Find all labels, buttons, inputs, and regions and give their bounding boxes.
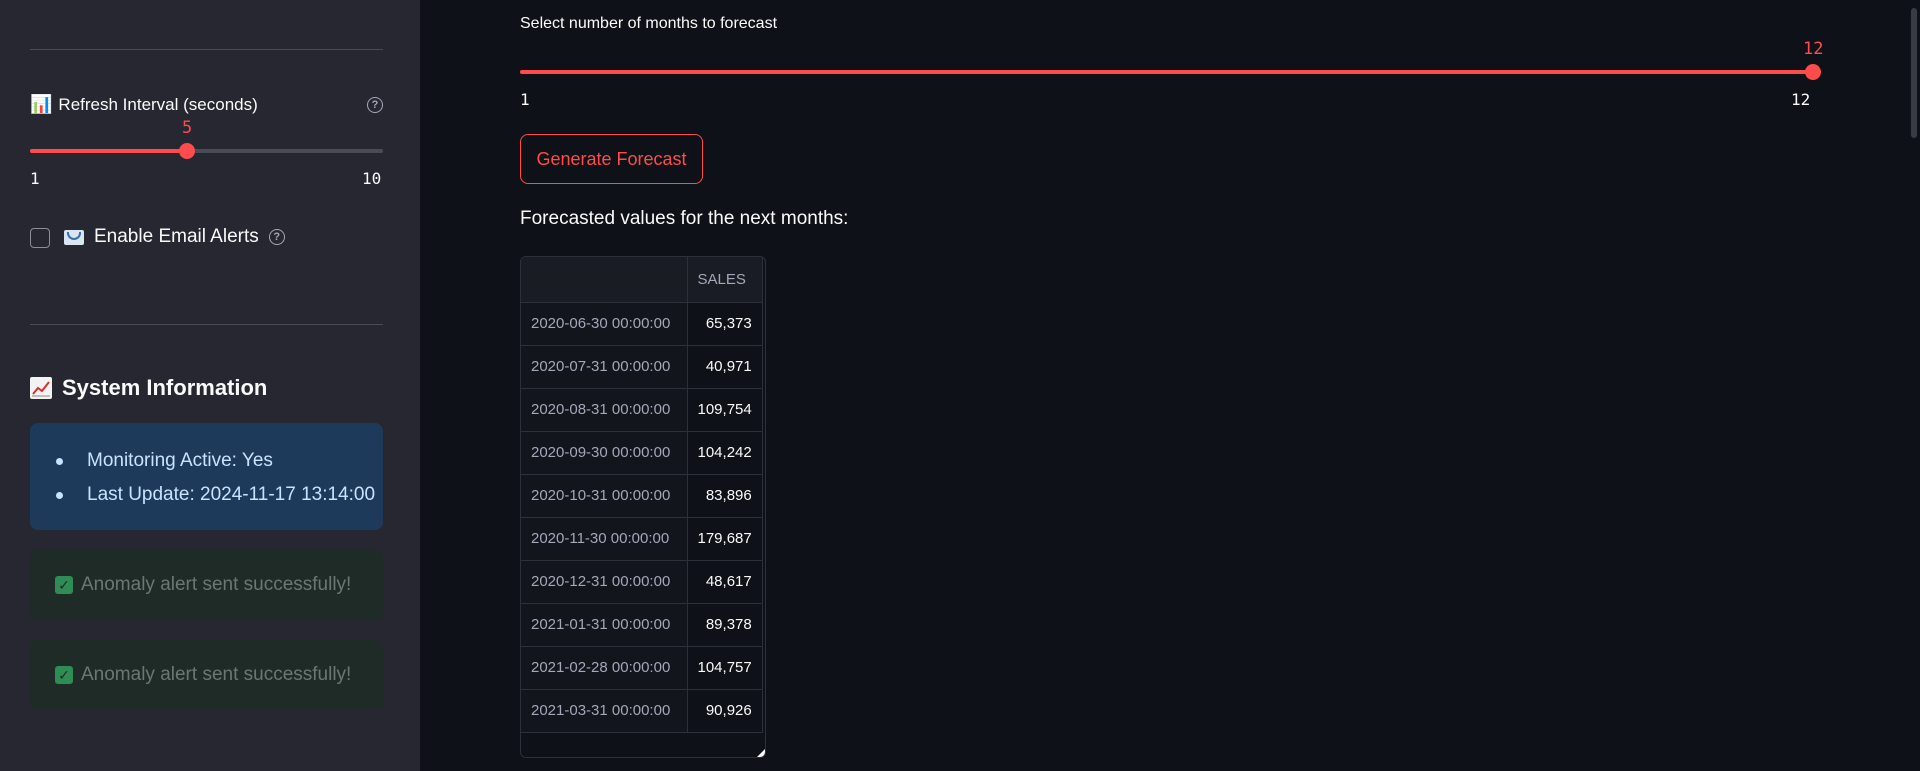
success-alert: ✓ Anomaly alert sent successfully!	[30, 550, 383, 620]
slider-value: 5	[182, 118, 193, 138]
slider-fill	[30, 149, 187, 153]
months-slider-label: Select number of months to forecast	[520, 15, 778, 32]
sales-cell[interactable]: 90,926	[687, 689, 763, 733]
row-index-cell[interactable]: 2021-03-31 00:00:00	[521, 689, 688, 733]
sales-cell[interactable]: 89,378	[687, 603, 763, 647]
sales-cell[interactable]: 104,757	[687, 646, 763, 690]
chart-increasing-icon	[30, 377, 52, 399]
bullet	[56, 491, 63, 499]
row-index-cell[interactable]: 2020-06-30 00:00:00	[521, 302, 688, 346]
table-row[interactable]: 2021-02-28 00:00:00 104,757	[521, 646, 763, 690]
slider-fill	[520, 70, 1813, 74]
slider-thumb[interactable]	[1805, 64, 1821, 80]
resize-handle[interactable]	[757, 749, 765, 757]
monitoring-status-text: Monitoring Active: Yes	[87, 450, 273, 471]
sales-cell[interactable]: 83,896	[687, 474, 763, 518]
table-row[interactable]: 2020-10-31 00:00:00 83,896	[521, 474, 763, 518]
sales-column-header[interactable]: SALES	[687, 257, 763, 303]
row-index-cell[interactable]: 2020-10-31 00:00:00	[521, 474, 688, 518]
generate-forecast-button[interactable]: Generate Forecast	[520, 134, 703, 184]
forecast-heading: Forecasted values for the next months:	[520, 208, 849, 229]
email-alerts-label-row[interactable]: Enable Email Alerts ?	[64, 226, 285, 248]
table-row[interactable]: 2021-03-31 00:00:00 90,926	[521, 689, 763, 733]
page-scrollbar[interactable]	[1908, 0, 1920, 771]
months-slider[interactable]: 12	[520, 39, 1823, 80]
row-index-cell[interactable]: 2020-07-31 00:00:00	[521, 345, 688, 389]
system-information-title: System Information	[62, 375, 268, 400]
sales-cell[interactable]: 65,373	[687, 302, 763, 346]
sales-cell[interactable]: 179,687	[687, 517, 763, 561]
table-header-row: SALES	[521, 257, 763, 303]
slider-min-label: 1	[30, 169, 40, 188]
slider-value: 12	[1803, 39, 1824, 59]
table-row[interactable]: 2021-01-31 00:00:00 89,378	[521, 603, 763, 647]
table-row[interactable]: 2020-06-30 00:00:00 65,373	[521, 302, 763, 346]
forecast-dataframe[interactable]: SALES 2020-06-30 00:00:00 65,373 2020-07-3…	[520, 256, 766, 758]
help-icon[interactable]: ?	[268, 229, 285, 245]
row-index-cell[interactable]: 2021-01-31 00:00:00	[521, 603, 688, 647]
refresh-interval-slider[interactable]: 5	[30, 118, 383, 159]
table-row[interactable]: 2020-09-30 00:00:00 104,242	[521, 431, 763, 475]
email-alerts-checkbox[interactable]	[30, 228, 50, 248]
success-alert-text: Anomaly alert sent successfully!	[81, 664, 352, 685]
refresh-interval-label: Refresh Interval (seconds)	[58, 94, 258, 114]
check-icon: ✓	[55, 576, 73, 594]
row-index-cell[interactable]: 2020-11-30 00:00:00	[521, 517, 688, 561]
row-index-cell[interactable]: 2020-09-30 00:00:00	[521, 431, 688, 475]
email-alerts-label: Enable Email Alerts	[94, 226, 259, 247]
slider-thumb[interactable]	[179, 143, 195, 159]
slider-max-label: 12	[1791, 90, 1811, 109]
slider-track[interactable]	[520, 70, 1813, 74]
refresh-interval-label-row: 📊 Refresh Interval (seconds) ?	[30, 94, 383, 115]
success-alert-text: Anomaly alert sent successfully!	[81, 574, 352, 595]
table-row[interactable]: 2020-08-31 00:00:00 109,754	[521, 388, 763, 432]
forecast-table: SALES 2020-06-30 00:00:00 65,373 2020-07-3…	[521, 257, 763, 733]
sales-cell[interactable]: 40,971	[687, 345, 763, 389]
sidebar: 📊 Refresh Interval (seconds) ? 5 1 10 En…	[0, 0, 420, 771]
row-index-cell[interactable]: 2021-02-28 00:00:00	[521, 646, 688, 690]
last-update-text: Last Update: 2024-11-17 13:14:00	[87, 484, 376, 505]
slider-min-label: 1	[520, 90, 530, 109]
scrollbar-thumb[interactable]	[1911, 8, 1917, 138]
sales-cell[interactable]: 48,617	[687, 560, 763, 604]
system-info-box: Monitoring Active: Yes Last Update: 2024…	[30, 423, 383, 530]
success-alert: ✓ Anomaly alert sent successfully!	[30, 640, 383, 710]
index-column-header[interactable]	[521, 257, 688, 303]
table-row[interactable]: 2020-07-31 00:00:00 40,971	[521, 345, 763, 389]
system-information-heading: System Information	[30, 375, 267, 401]
slider-max-label: 10	[362, 169, 382, 188]
list-item: Monitoring Active: Yes	[56, 450, 273, 472]
sidebar-divider	[30, 324, 383, 325]
bullet	[56, 457, 63, 465]
check-icon: ✓	[55, 666, 73, 684]
row-index-cell[interactable]: 2020-08-31 00:00:00	[521, 388, 688, 432]
table-row[interactable]: 2020-11-30 00:00:00 179,687	[521, 517, 763, 561]
help-icon[interactable]: ?	[367, 96, 383, 113]
bar-chart-icon: 📊	[30, 94, 53, 114]
slider-track[interactable]	[30, 149, 383, 153]
sales-cell[interactable]: 109,754	[687, 388, 763, 432]
list-item: Last Update: 2024-11-17 13:14:00	[56, 484, 375, 506]
sidebar-divider	[30, 49, 383, 50]
sales-cell[interactable]: 104,242	[687, 431, 763, 475]
envelope-icon	[64, 229, 84, 245]
row-index-cell[interactable]: 2020-12-31 00:00:00	[521, 560, 688, 604]
table-row[interactable]: 2020-12-31 00:00:00 48,617	[521, 560, 763, 604]
